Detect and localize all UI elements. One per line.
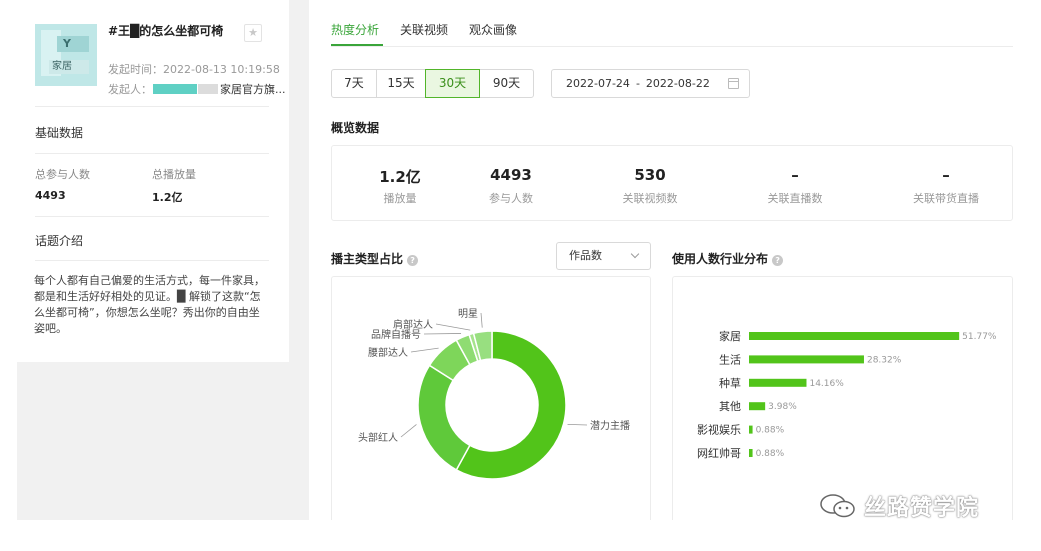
wechat-logo-icon	[818, 492, 858, 520]
total-plays-value: 1.2亿	[152, 191, 183, 204]
bar-category-label: 生活	[719, 352, 741, 366]
thumbnail-caption: 家居	[49, 60, 89, 74]
divider	[35, 216, 269, 217]
bar-value-label: 51.77%	[962, 332, 997, 342]
overview-value: 530	[634, 166, 666, 184]
overview-label: 关联带货直播	[913, 192, 979, 205]
creator-type-chart-card: 潜力主播 头部红人 腰部达人 品牌自播号 肩部达人 明星	[331, 276, 651, 536]
tab-divider	[331, 46, 1013, 47]
creator-type-donut-chart: 潜力主播头部红人腰部达人品牌自播号肩部达人明星	[358, 308, 630, 480]
donut-leader-line	[480, 312, 483, 328]
bar-value-label: 14.16%	[809, 379, 844, 389]
donut-leader-line	[410, 347, 439, 353]
industry-bar[interactable]	[749, 378, 807, 387]
bar-value-label: 0.88%	[756, 426, 785, 436]
donut-leader-line	[400, 424, 417, 438]
creator-type-heading: 播主类型占比?	[331, 250, 419, 267]
tab-audience-profile[interactable]: 观众画像	[469, 21, 517, 38]
chevron-down-icon	[630, 249, 640, 259]
range-7-days-button[interactable]: 7天	[331, 69, 377, 98]
basic-data-heading: 基础数据	[35, 126, 84, 140]
bar-category-label: 种草	[719, 376, 741, 390]
date-range-picker[interactable]: 2022-07-24-2022-08-22	[551, 69, 750, 98]
industry-bar[interactable]	[749, 449, 753, 457]
metric-select[interactable]: 作品数	[556, 242, 651, 270]
bar-value-label: 3.98%	[768, 402, 797, 412]
industry-bar[interactable]	[749, 355, 864, 364]
end-date: 2022-08-22	[645, 77, 710, 90]
donut-slice-label: 肩部达人	[393, 318, 433, 331]
topic-title[interactable]: #王█的怎么坐都可椅	[108, 24, 238, 39]
overview-label: 关联直播数	[767, 192, 823, 205]
overview-value: 4493	[490, 166, 532, 184]
industry-bar[interactable]	[749, 402, 766, 411]
tab-related-videos[interactable]: 关联视频	[400, 21, 448, 38]
publish-time: 发起时间：2022-08-13 10:19:58	[108, 63, 280, 76]
donut-slice[interactable]	[417, 364, 471, 471]
bar-category-label: 其他	[719, 400, 741, 413]
topic-intro-text: 每个人都有自己偏爱的生活方式，每一件家具，都是和生活好好相处的见证。█ 解锁了这…	[34, 274, 265, 335]
total-plays-label: 总播放量	[152, 168, 196, 181]
industry-bar[interactable]	[749, 332, 960, 340]
favorite-button[interactable]: ★	[244, 24, 262, 42]
topic-thumbnail: Y 家居	[35, 24, 97, 86]
bar-value-label: 0.88%	[756, 449, 785, 459]
industry-bar[interactable]	[749, 425, 753, 434]
publisher-name[interactable]: 家居官方旗...	[220, 83, 286, 96]
donut-slice-label: 腰部达人	[368, 346, 408, 359]
bar-value-label: 28.32%	[867, 355, 902, 365]
overview-label: 参与人数	[489, 192, 533, 205]
bar-category-label: 家居	[719, 329, 741, 343]
divider	[35, 106, 269, 107]
publisher: 发起人： 家居官方旗...	[108, 83, 286, 96]
overview-value: –	[942, 166, 950, 184]
bar-category-label: 影视娱乐	[697, 423, 741, 437]
active-tab-indicator	[331, 44, 383, 46]
tab-heat-analysis[interactable]: 热度分析	[331, 21, 379, 38]
total-participants-value: 4493	[35, 189, 66, 202]
range-15-days-button[interactable]: 15天	[376, 69, 426, 98]
help-icon[interactable]: ?	[407, 255, 419, 266]
donut-slice-label: 潜力主播	[590, 419, 630, 432]
donut-leader-line	[435, 323, 471, 331]
overview-value: –	[791, 166, 799, 184]
help-icon[interactable]: ?	[772, 255, 784, 266]
donut-slice-label: 头部红人	[358, 431, 398, 444]
start-date: 2022-07-24	[566, 77, 630, 90]
industry-distribution-heading: 使用人数行业分布?	[672, 250, 784, 267]
time-range-selector: 7天 15天 30天 90天	[331, 69, 534, 98]
watermark: 丝路赞学院	[818, 489, 979, 523]
star-icon: ★	[248, 26, 258, 39]
donut-leader-line	[423, 333, 462, 335]
topic-intro-heading: 话题介绍	[35, 234, 84, 248]
divider	[35, 260, 269, 261]
overview-heading: 概览数据	[331, 121, 380, 135]
overview-label: 关联视频数	[622, 192, 678, 205]
donut-slice-label: 明星	[458, 308, 478, 320]
bar-category-label: 网红帅哥	[697, 447, 741, 460]
range-30-days-button[interactable]: 30天	[425, 69, 480, 98]
watermark-text: 丝路赞学院	[864, 496, 980, 521]
page-bottom	[0, 520, 1041, 551]
divider	[35, 153, 269, 154]
overview-card: 1.2亿 播放量 4493 参与人数 530 关联视频数 – 关联直播数 – 关…	[331, 145, 1013, 221]
range-90-days-button[interactable]: 90天	[479, 69, 534, 98]
calendar-icon	[728, 78, 739, 89]
donut-leader-line	[567, 423, 588, 426]
thumbnail-tag: Y	[57, 36, 89, 52]
total-participants-label: 总参与人数	[35, 168, 90, 181]
